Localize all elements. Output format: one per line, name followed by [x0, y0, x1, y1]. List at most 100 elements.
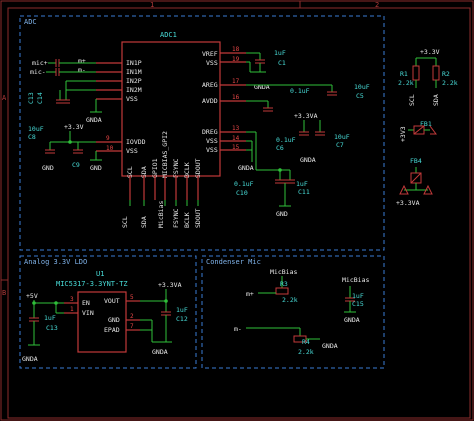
pin-micbias-gpi2: MICBIAS_GPI2: [161, 131, 169, 178]
c12-value: 1uF: [176, 306, 188, 314]
r3-value: 2.2k: [282, 296, 298, 304]
v33a-avdd: +3.3VA: [294, 112, 318, 120]
v33-pullup: +3.3V: [420, 48, 440, 56]
schematic-canvas: 1 2 A B ADC Analog 3.3V LDO Condenser Mi…: [0, 0, 474, 421]
c10-value: 0.1uF: [234, 180, 254, 188]
adc-input-network: mic+ mic- m+ m- C13 C14 GNDA +3.3V 10uF: [27, 57, 102, 172]
gnda-mic-1: GNDA: [344, 316, 360, 324]
c5-ref: C5: [356, 92, 364, 100]
pin-avdd: AVDD: [202, 97, 218, 105]
c1-ref: C1: [278, 59, 286, 67]
gnda-ldo-left: GNDA: [22, 355, 38, 363]
u1-pinnum-1: 1: [70, 306, 74, 313]
c15-ref: C15: [352, 300, 364, 308]
net-mic-minus: mic-: [30, 68, 46, 76]
gnda-c6: GNDA: [300, 156, 316, 164]
mic-section-title: Condenser Mic: [206, 258, 261, 266]
pinnum-9: 9: [106, 135, 110, 142]
net-5v: +5V: [26, 292, 38, 300]
gnda-mic-2: GNDA: [322, 342, 338, 350]
net-micbias: MicBias: [157, 201, 165, 228]
adc-decoupling-right: 1uF C1 GNDA 10uF C5 0.1uF +3.3VA 0.1uF C…: [234, 49, 370, 218]
net-mic-plus: mic+: [32, 59, 48, 67]
c7-value: 10uF: [334, 133, 350, 141]
row-mark-a: A: [2, 94, 7, 102]
c5-value: 10uF: [354, 83, 370, 91]
gnd-dreg: GND: [276, 210, 288, 218]
pin-in1m: IN1M: [126, 68, 142, 76]
gnda-dreg: GNDA: [238, 164, 254, 172]
gnd-c8: GND: [42, 164, 54, 172]
pin-vss-r3: VSS: [206, 146, 218, 154]
pin-in2p: IN2P: [126, 77, 142, 85]
v33a-fb4: +3.3VA: [396, 199, 420, 207]
ref-c-in1: C13: [27, 92, 35, 104]
u1-pinnum-5: 5: [130, 294, 134, 301]
gnda-areg: GNDA: [254, 83, 270, 91]
sheet-frame: 1 2 A B: [0, 0, 474, 421]
pinnum-16: 16: [232, 94, 240, 101]
pin-sdout: SDOUT: [194, 158, 202, 178]
pin-in1p: IN1P: [126, 59, 142, 67]
c8-ref: C8: [28, 133, 36, 141]
net-bclk: BCLK: [183, 212, 191, 228]
pinnum-17: 17: [232, 78, 240, 85]
ref-c-in2: C14: [36, 92, 44, 104]
c10-ref: C10: [236, 189, 248, 197]
net-m-minus: m-: [78, 66, 86, 74]
c8-value: 10uF: [28, 125, 44, 133]
r3-ref: R3: [280, 280, 288, 288]
net-fsync: FSYNC: [172, 208, 180, 228]
u1-pinnum-7: 7: [130, 323, 134, 330]
v33-iovdd: +3.3V: [64, 123, 84, 131]
c15-value: 1uF: [352, 292, 364, 300]
c1-value: 1uF: [274, 49, 286, 57]
u1-part: MIC5317-3.3YNT-TZ: [56, 280, 128, 288]
c6-ref: C6: [276, 144, 284, 152]
pin-gpio1: GPIO1: [151, 158, 159, 178]
r2-value: 2.2k: [442, 79, 458, 87]
c13-ref: C13: [46, 324, 58, 332]
c4-value: 0.1uF: [290, 87, 310, 95]
pin-vss-left2: VSS: [126, 147, 138, 155]
adc-section-title: ADC: [24, 18, 37, 26]
ldo-regulator: U1 MIC5317-3.3YNT-TZ EN VIN VOUT GND EPA…: [22, 270, 188, 363]
fb4-ref: FB4: [410, 157, 422, 165]
pin-iovdd: IOVDD: [126, 138, 146, 146]
col-mark-2: 2: [375, 1, 379, 9]
r1-ref: R1: [400, 70, 408, 78]
micbias-right: MicBias: [342, 276, 369, 284]
net-scl: SCL: [121, 216, 129, 228]
net-v33a-out: +3.3VA: [158, 281, 182, 289]
r2-ref: R2: [442, 70, 450, 78]
pin-in2m: IN2M: [126, 86, 142, 94]
net-sda: SDA: [140, 216, 148, 228]
r1-value: 2.2k: [398, 79, 414, 87]
r4-value: 2.2k: [298, 348, 314, 356]
pin-gnd: GND: [108, 316, 120, 324]
condenser-mic: MicBias R3 2.2k m+ MicBias 1uF C15 GNDA …: [234, 268, 369, 356]
i2c-pullups: +3.3V R1 2.2k R2 2.2k SCL SDA: [398, 48, 458, 106]
row-mark-b: B: [2, 289, 6, 297]
pin-vss-r2: VSS: [206, 137, 218, 145]
net-m-plus: m+: [78, 57, 86, 65]
u1-pinnum-3: 3: [70, 296, 74, 303]
pin-en: EN: [82, 299, 90, 307]
adc1-ref: ADC1: [160, 31, 177, 39]
adc1-chip: ADC1 IN1P IN1M IN2P IN2M VSS IOVDD VSS V…: [96, 31, 246, 228]
c7-ref: C7: [336, 141, 344, 149]
pin-vss-r1: VSS: [206, 59, 218, 67]
net-sdout: SDOUT: [194, 208, 202, 228]
c11-ref: C11: [298, 188, 310, 196]
pin-vin: VIN: [82, 309, 94, 317]
net-m-minus-mic: m-: [234, 325, 242, 333]
net-scl-pullup: SCL: [408, 94, 416, 106]
net-m-plus-mic: m+: [246, 290, 254, 298]
gnda-ldo-mid: GNDA: [152, 348, 168, 356]
c9-ref: C9: [72, 161, 80, 169]
pin-fsync: FSYNC: [172, 158, 180, 178]
ldo-section-title: Analog 3.3V LDO: [24, 258, 87, 266]
pin-vout: VOUT: [104, 297, 120, 305]
col-mark-1: 1: [150, 1, 154, 9]
c11-value: 1uF: [296, 180, 308, 188]
